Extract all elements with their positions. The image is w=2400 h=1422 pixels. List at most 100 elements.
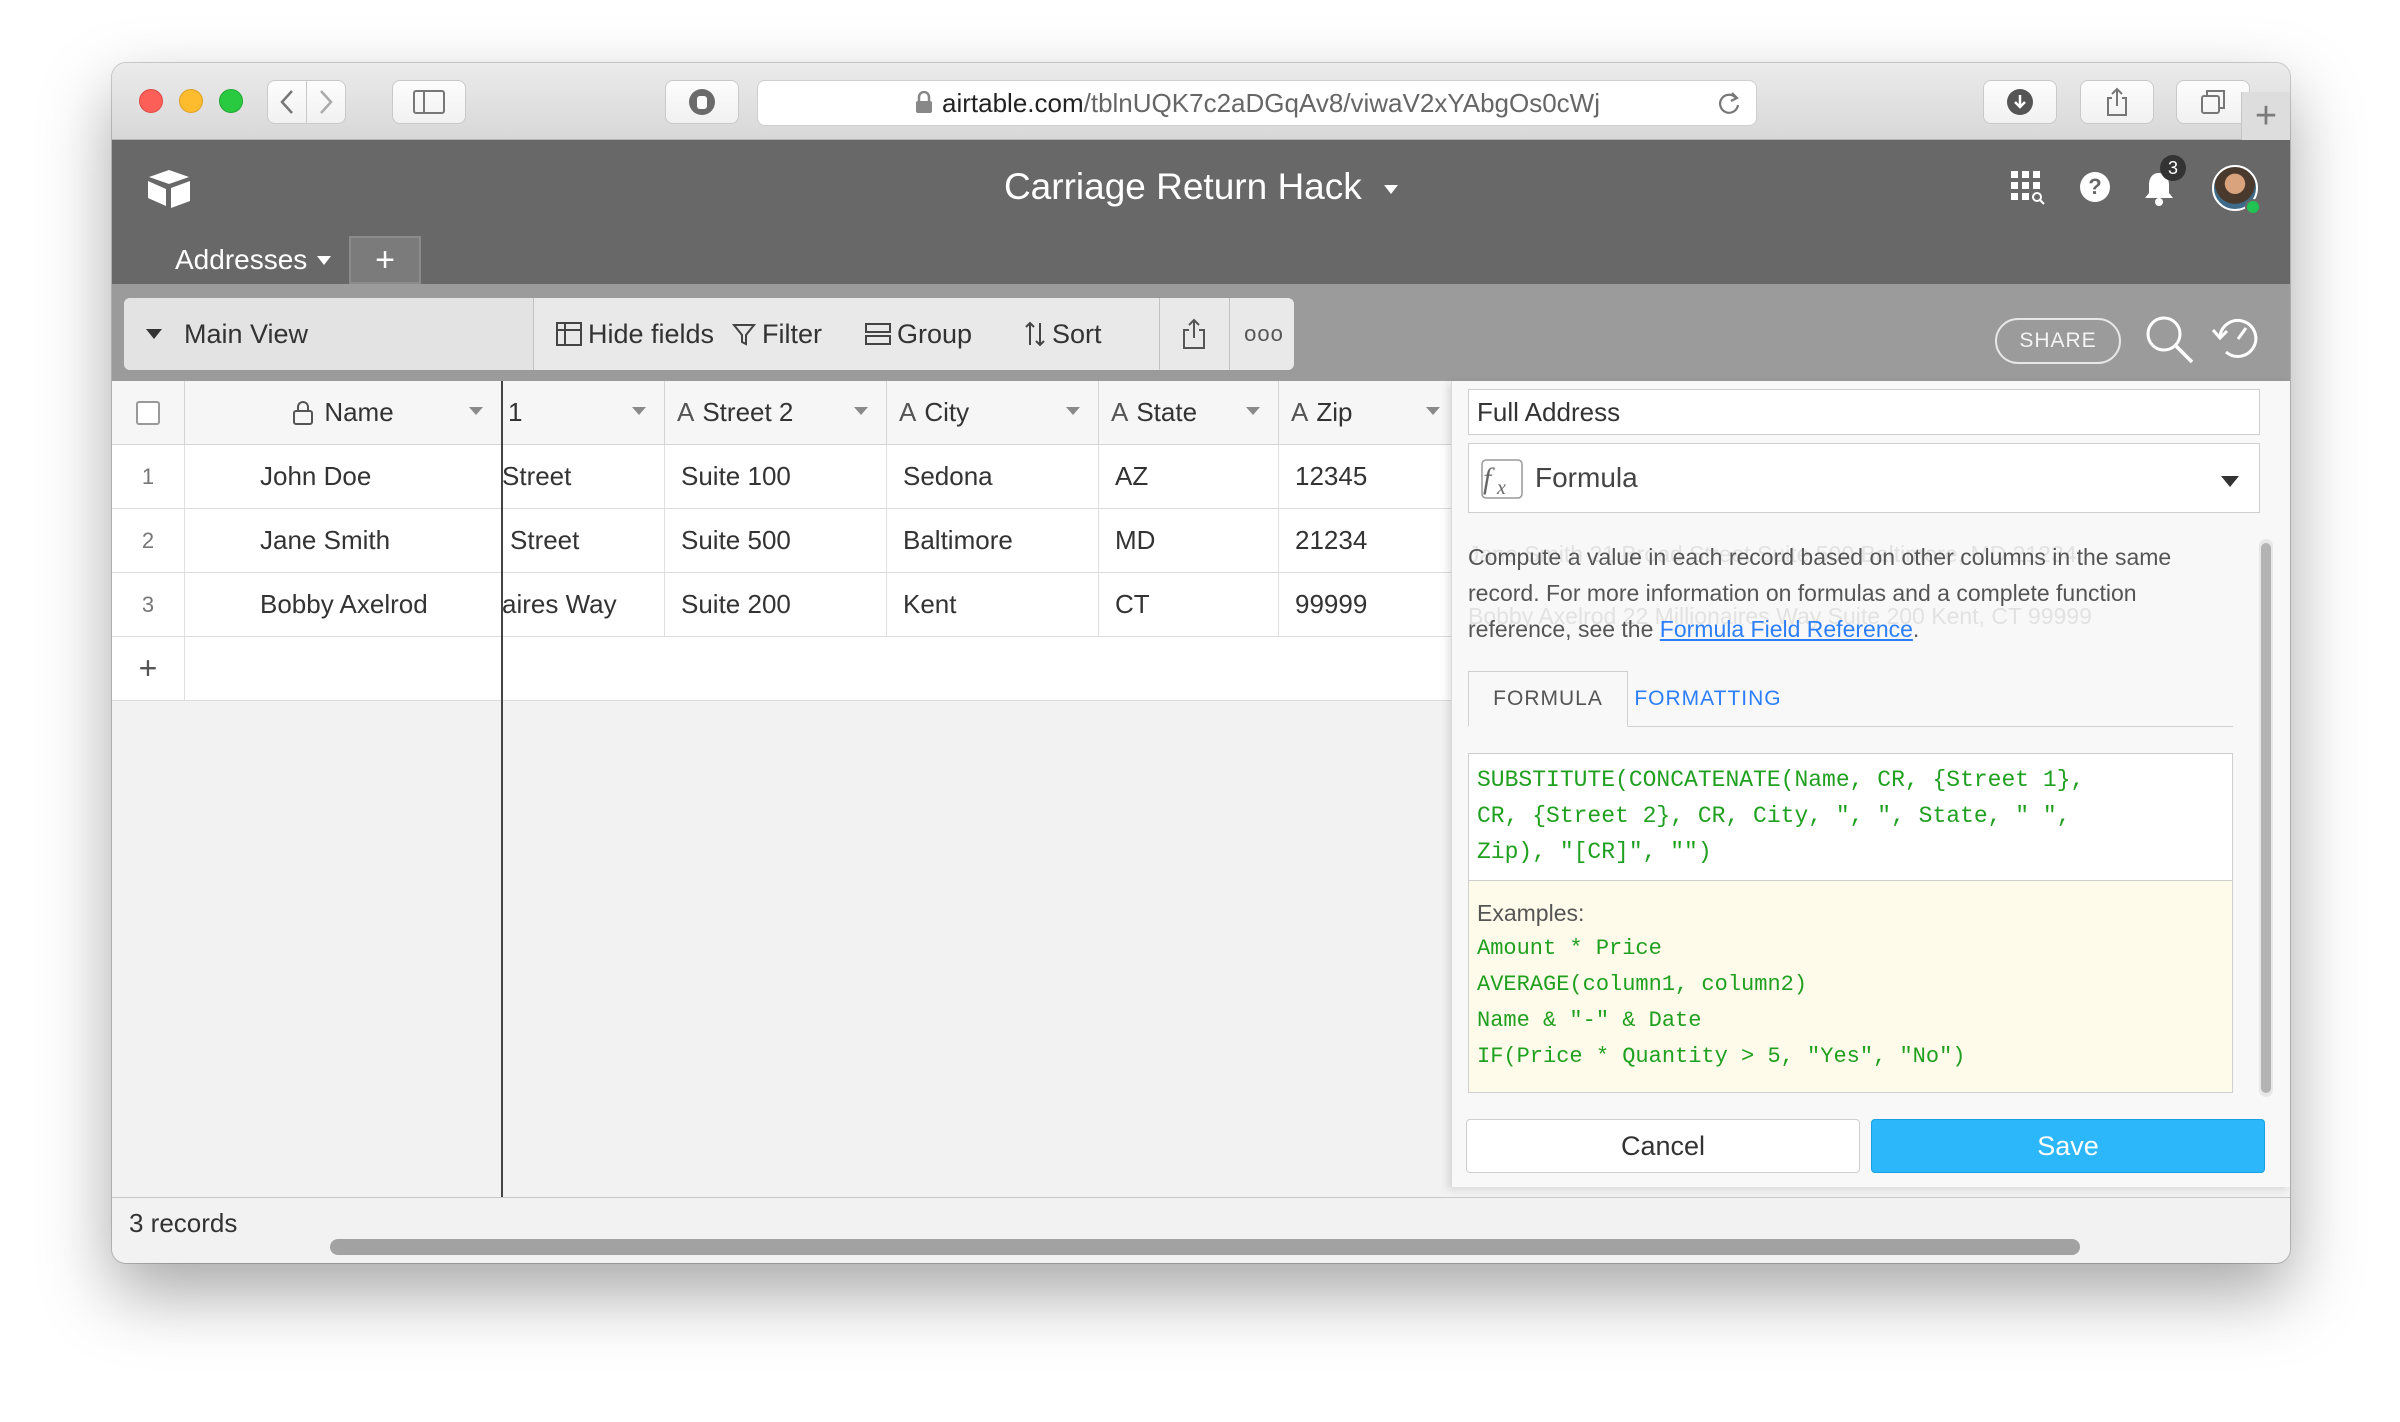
search-icon[interactable] — [2142, 312, 2196, 366]
column-menu-caret-icon[interactable] — [1246, 407, 1260, 415]
column-menu-caret-icon[interactable] — [1426, 407, 1440, 415]
privacy-extension-button[interactable] — [665, 80, 739, 124]
svg-text:f: f — [1483, 462, 1495, 495]
back-button[interactable] — [267, 80, 307, 124]
cell-name[interactable]: Bobby Axelrod — [185, 573, 502, 637]
cell-zip[interactable]: 12345 — [1279, 445, 1459, 509]
formula-editor[interactable]: SUBSTITUTE(CONCATENATE(Name, CR, {Street… — [1468, 753, 2233, 881]
sidebar-toggle-button[interactable] — [392, 80, 466, 124]
downloads-button[interactable] — [1983, 80, 2057, 124]
cell-city[interactable]: Kent — [887, 573, 1099, 637]
help-icon[interactable]: ? — [2079, 171, 2111, 203]
browser-toolbar: airtable.com/tblnUQK7c2aDGqAv8/viwaV2xYA… — [112, 63, 2290, 140]
column-header-name[interactable]: Name — [185, 381, 502, 445]
tab-formula[interactable]: FORMULA — [1468, 671, 1628, 727]
column-header-zip[interactable]: A Zip — [1279, 381, 1459, 445]
add-record-row[interactable] — [185, 637, 502, 701]
horizontal-scrollbar[interactable] — [330, 1239, 2080, 1255]
minimize-window-button[interactable] — [179, 89, 203, 113]
toolbar-divider — [1159, 298, 1160, 370]
add-record-button[interactable]: + — [112, 637, 185, 701]
cell-state[interactable]: CT — [1099, 573, 1279, 637]
field-description: Compute a value in each record based on … — [1468, 539, 2208, 647]
svg-text:?: ? — [2088, 174, 2101, 199]
lock-icon — [916, 91, 932, 113]
cell-name[interactable]: John Doe — [185, 445, 502, 509]
cell-city[interactable]: Sedona — [887, 445, 1099, 509]
hide-fields-button[interactable]: Hide fields — [556, 298, 714, 370]
share-button[interactable]: SHARE — [1995, 318, 2121, 364]
cell-street2[interactable]: Suite 500 — [665, 509, 887, 573]
app-header: Carriage Return Hack ? 3 — [112, 140, 2290, 236]
apps-grid-icon[interactable] — [2009, 169, 2045, 205]
column-menu-caret-icon[interactable] — [1066, 407, 1080, 415]
close-window-button[interactable] — [139, 89, 163, 113]
cell-street2[interactable]: Suite 100 — [665, 445, 887, 509]
sidebar-icon — [413, 90, 445, 114]
column-menu-caret-icon[interactable] — [854, 407, 868, 415]
formula-line: Zip), "[CR]", "") — [1477, 839, 1712, 865]
cell-zip[interactable]: 99999 — [1279, 573, 1459, 637]
url-host: airtable.com — [942, 87, 1084, 118]
cell-street1[interactable]: Street — [502, 509, 665, 573]
base-title[interactable]: Carriage Return Hack — [112, 166, 2290, 208]
column-name-label: Name — [324, 397, 394, 427]
view-toolbar: Main View Hide fields Filter Group Sort — [112, 284, 2290, 381]
reload-icon[interactable] — [1716, 90, 1742, 116]
column-state-label: State — [1136, 397, 1198, 427]
filter-button[interactable]: Filter — [732, 298, 822, 370]
cell-street1[interactable]: aires Way — [502, 573, 665, 637]
row-number: 1 — [112, 445, 185, 509]
share-page-button[interactable] — [2080, 80, 2154, 124]
cell-street2[interactable]: Suite 200 — [665, 573, 887, 637]
share-icon — [2107, 87, 2127, 116]
view-switcher[interactable]: Main View — [124, 298, 534, 370]
cell-street1[interactable]: Street — [502, 445, 665, 509]
cell-city[interactable]: Baltimore — [887, 509, 1099, 573]
chevron-left-icon — [280, 90, 293, 114]
hand-stop-icon — [689, 89, 715, 115]
online-status-dot — [2245, 199, 2261, 215]
column-header-street1[interactable]: 1 — [502, 381, 665, 445]
table-tab-addresses[interactable]: Addresses — [157, 236, 347, 284]
select-all-checkbox[interactable] — [136, 400, 160, 425]
column-menu-caret-icon[interactable] — [632, 407, 646, 415]
field-type-select[interactable]: f x Formula — [1468, 443, 2260, 513]
group-button[interactable]: Group — [865, 298, 972, 370]
column-header-street2[interactable]: A Street 2 — [665, 381, 887, 445]
column-menu-caret-icon[interactable] — [469, 407, 483, 415]
column-header-state[interactable]: A State — [1099, 381, 1279, 445]
cell-zip[interactable]: 21234 — [1279, 509, 1459, 573]
column-header-city[interactable]: A City — [887, 381, 1099, 445]
cell-state[interactable]: MD — [1099, 509, 1279, 573]
sort-button[interactable]: Sort — [1024, 298, 1102, 370]
zoom-window-button[interactable] — [219, 89, 243, 113]
cell-name[interactable]: Jane Smith — [185, 509, 502, 573]
browser-window: airtable.com/tblnUQK7c2aDGqAv8/viwaV2xYA… — [112, 63, 2290, 1263]
show-tabs-button[interactable] — [2176, 80, 2250, 124]
group-label: Group — [897, 318, 973, 349]
text-field-icon: A — [899, 397, 917, 427]
add-table-button[interactable]: + — [349, 236, 421, 284]
save-button[interactable]: Save — [1871, 1119, 2265, 1173]
new-tab-button[interactable]: + — [2241, 92, 2290, 140]
toolbar-divider — [1229, 298, 1230, 370]
address-bar[interactable]: airtable.com/tblnUQK7c2aDGqAv8/viwaV2xYA… — [757, 80, 1757, 126]
row-number: 3 — [112, 573, 185, 637]
field-name-input[interactable]: Full Address — [1468, 389, 2260, 435]
text-field-icon: A — [1291, 397, 1309, 427]
forward-button[interactable] — [306, 80, 346, 124]
panel-scrollbar-thumb[interactable] — [2261, 543, 2271, 1093]
export-button[interactable] — [1176, 298, 1212, 370]
tab-formatting[interactable]: FORMATTING — [1628, 671, 1788, 727]
frozen-column-divider[interactable] — [501, 381, 503, 1263]
panel-scrollbar[interactable] — [2259, 539, 2273, 1097]
add-record-row[interactable] — [502, 637, 1459, 701]
more-options-button[interactable]: ooo — [1234, 298, 1294, 370]
column-street1-label: 1 — [508, 397, 523, 427]
cell-state[interactable]: AZ — [1099, 445, 1279, 509]
examples-title: Examples: — [1477, 900, 1585, 926]
formula-reference-link[interactable]: Formula Field Reference — [1660, 616, 1913, 642]
history-icon[interactable] — [2210, 314, 2266, 364]
cancel-button[interactable]: Cancel — [1466, 1119, 1860, 1173]
